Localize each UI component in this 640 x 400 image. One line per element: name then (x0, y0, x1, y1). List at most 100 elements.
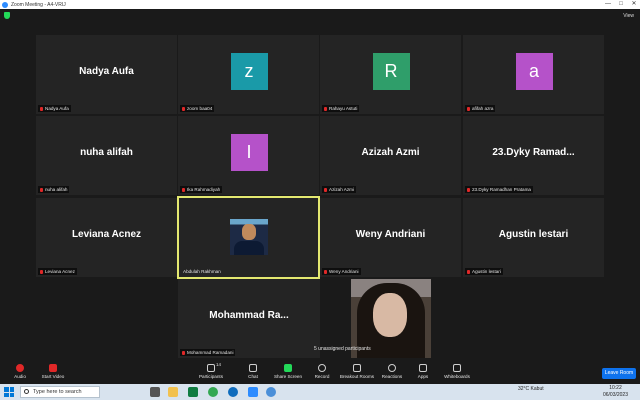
participant-display-name: Azizah Azmi (361, 147, 420, 158)
record-icon (318, 364, 326, 372)
camera-icon (49, 364, 57, 372)
participant-label: Weny Andriani (322, 268, 361, 275)
leave-room-button[interactable]: Leave Room (602, 368, 636, 379)
maximize-button[interactable]: □ (615, 0, 627, 9)
participant-display-name: nuha alifah (80, 147, 133, 158)
share-screen-icon (284, 364, 292, 372)
mic-muted-icon (182, 106, 185, 111)
participant-tile[interactable]: Azizah Azmi Azizah Azmi (320, 116, 461, 195)
participant-label: Rahayu Astuti (322, 105, 360, 112)
microphone-icon (16, 364, 24, 372)
participant-label: zoom baa04 (180, 105, 215, 112)
windows-start-icon[interactable] (4, 387, 14, 397)
breakout-rooms-button[interactable]: Breakout Rooms (337, 364, 377, 379)
participant-display-name: Nadya Aufa (79, 66, 134, 77)
participant-label: Azizah Azmi (322, 186, 357, 193)
chat-button[interactable]: Chat (233, 364, 273, 379)
mic-muted-icon (182, 350, 185, 355)
mic-muted-icon (40, 106, 43, 111)
mic-muted-icon (324, 106, 327, 111)
mic-muted-icon (324, 187, 327, 192)
participant-tile[interactable]: 23.Dyky Ramad... 23.Dyky Ramadhan Pratam… (463, 116, 604, 195)
close-button[interactable]: ✕ (628, 0, 640, 9)
participant-display-name: Agustin lestari (498, 229, 569, 240)
participant-label: afifah azra (465, 105, 496, 112)
participants-button[interactable]: Participants (191, 364, 231, 379)
participant-display-name: 23.Dyky Ramad... (492, 147, 575, 158)
photo-shirt (233, 241, 264, 255)
meeting-toolbar: Audio Start Video Participants 14 Chat S… (0, 362, 640, 384)
meeting-header: View (0, 9, 640, 23)
reactions-icon (388, 364, 396, 372)
weather-widget[interactable]: 32°C Kabut (518, 386, 544, 392)
avatar: R (372, 53, 410, 90)
view-button[interactable]: View (623, 13, 634, 19)
title-bar: Zoom Meeting - A4-VRIJ — □ ✕ (0, 0, 640, 9)
mic-muted-icon (40, 269, 43, 274)
participant-tile[interactable]: R Rahayu Astuti (320, 35, 461, 114)
unassigned-participants-text: 5 unassigned participants (314, 346, 371, 352)
mic-muted-icon (467, 106, 470, 111)
shield-icon[interactable] (4, 12, 10, 19)
participants-icon (207, 364, 215, 372)
avatar: z (230, 53, 268, 90)
participant-label: nuha alifah (38, 186, 70, 193)
apps-icon (419, 364, 427, 372)
windows-taskbar: Type here to search 32°C Kabut 10:22 06/… (0, 384, 640, 400)
mic-muted-icon (467, 269, 470, 274)
participant-label: Agustin lestari (465, 268, 503, 275)
task-view-icon[interactable] (150, 387, 160, 397)
chat-icon (249, 364, 257, 372)
zoom-logo-icon (2, 1, 8, 8)
mic-muted-icon (40, 187, 43, 192)
participant-tile[interactable]: Mohammad Ra... Mohammad Ramadani (178, 279, 320, 358)
participant-tile[interactable]: nuha alifah nuha alifah (36, 116, 177, 195)
edge-icon[interactable] (228, 387, 238, 397)
participant-tile[interactable]: z zoom baa04 (178, 35, 319, 114)
search-placeholder: Type here to search (33, 389, 82, 395)
record-button[interactable]: Record (302, 364, 342, 379)
participant-label: Mohammad Ramadani (180, 349, 236, 356)
participant-tile[interactable]: I Ika Rahmadiyah (178, 116, 319, 195)
participant-label: Abdulah Rakhman (183, 269, 221, 274)
mic-muted-icon (324, 269, 327, 274)
zoom-meeting-icon[interactable] (266, 387, 276, 397)
participant-display-name: Mohammad Ra... (209, 310, 289, 321)
whiteboard-icon (453, 364, 461, 372)
file-explorer-icon[interactable] (168, 387, 178, 397)
participant-tile[interactable]: Leviana Acnez Leviana Acnez (36, 198, 177, 277)
video-face (373, 293, 407, 337)
start-video-button[interactable]: Start Video (33, 364, 73, 379)
participant-label: Ika Rahmadiyah (180, 186, 223, 193)
participant-tile[interactable]: Nadya Aufa Nadya Aufa (36, 35, 177, 114)
mic-muted-icon (467, 187, 470, 192)
participant-label: Nadya Aufa (38, 105, 71, 112)
clock-date: 06/03/2023 (602, 392, 628, 398)
clock[interactable]: 10:22 06/03/2023 (603, 385, 628, 399)
gallery-grid: Nadya Aufa Nadya Aufa z zoom baa04 R Rah… (0, 23, 640, 358)
photo-face (241, 224, 256, 240)
excel-icon[interactable] (188, 387, 198, 397)
breakout-rooms-icon (353, 364, 361, 372)
participant-display-name: Weny Andriani (355, 229, 426, 240)
mic-muted-icon (182, 187, 185, 192)
whiteboards-button[interactable]: Whiteboards (437, 364, 477, 379)
zoom-app-icon[interactable] (248, 387, 258, 397)
participants-count: 14 (216, 362, 222, 367)
participant-display-name: Leviana Acnez (71, 229, 142, 240)
profile-photo (229, 219, 268, 255)
taskbar-search-box[interactable]: Type here to search (20, 386, 100, 398)
window-title: Zoom Meeting - A4-VRIJ (11, 1, 66, 8)
search-icon (24, 389, 29, 394)
chrome-icon[interactable] (208, 387, 218, 397)
participant-label: Leviana Acnez (38, 268, 77, 275)
active-speaker-tile[interactable]: Abdulah Rakhman (177, 196, 320, 279)
avatar: I (230, 134, 268, 171)
clock-time: 10:22 (609, 385, 622, 391)
minimize-button[interactable]: — (602, 0, 614, 9)
participant-tile[interactable]: Weny Andriani Weny Andriani (320, 198, 461, 277)
participant-tile[interactable]: Agustin lestari Agustin lestari (463, 198, 604, 277)
participant-label: 23.Dyky Ramadhan Pratama (465, 186, 533, 193)
participant-tile[interactable]: a afifah azra (463, 35, 604, 114)
avatar: a (515, 53, 553, 90)
